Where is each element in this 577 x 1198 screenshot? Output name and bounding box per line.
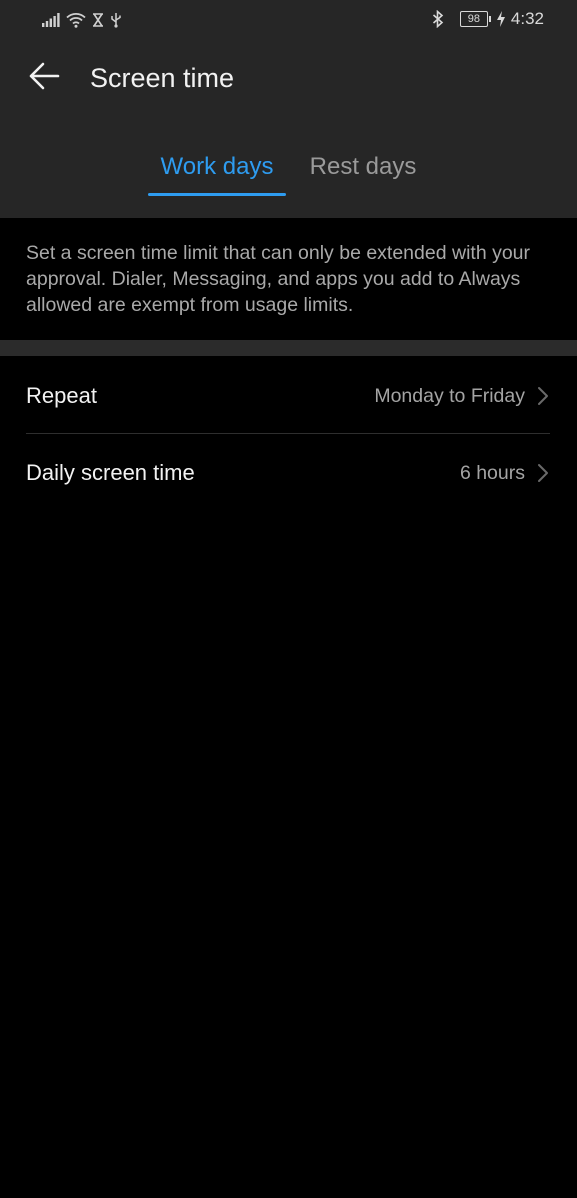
repeat-value: Monday to Friday <box>374 385 525 407</box>
app-bar: 98 4:32 Screen time Work days Rest days <box>0 0 577 218</box>
charging-icon <box>496 11 505 27</box>
wifi-icon <box>66 13 86 28</box>
status-left-icons <box>42 10 122 30</box>
row-divider <box>26 433 550 434</box>
repeat-label: Repeat <box>26 383 97 408</box>
section-divider <box>0 340 577 356</box>
arrow-left-icon <box>29 62 60 90</box>
battery-icon: 98 <box>459 11 491 27</box>
daily-screen-time-label: Daily screen time <box>26 460 195 485</box>
tab-rest-days-label: Rest days <box>309 153 417 180</box>
status-time: 4:32 <box>510 9 544 28</box>
day-type-tabs: Work days Rest days <box>0 140 577 196</box>
chevron-right-icon <box>538 464 548 482</box>
tab-selected-indicator <box>148 193 286 196</box>
bluetooth-icon <box>432 10 444 28</box>
status-bar: 98 4:32 <box>0 0 577 40</box>
daily-screen-time-value: 6 hours <box>459 462 525 484</box>
chevron-right-icon <box>538 387 548 405</box>
screen-time-screen: 98 4:32 Screen time Work days Rest days <box>0 0 577 1198</box>
back-button[interactable] <box>22 54 66 98</box>
tab-work-days[interactable]: Work days <box>148 140 286 196</box>
page-title: Screen time <box>90 63 235 93</box>
signal-icon <box>42 13 60 27</box>
screen-time-description: Set a screen time limit that can only be… <box>26 242 531 316</box>
header: Screen time <box>0 40 577 116</box>
tab-work-days-label: Work days <box>160 153 274 180</box>
repeat-setting-row[interactable]: Repeat Monday to Friday <box>0 358 577 434</box>
status-right-icons: 98 4:32 <box>432 8 544 30</box>
daily-screen-time-row[interactable]: Daily screen time 6 hours <box>0 435 577 511</box>
usb-icon <box>111 13 121 28</box>
hourglass-icon <box>93 13 103 27</box>
tab-rest-days[interactable]: Rest days <box>304 140 422 194</box>
